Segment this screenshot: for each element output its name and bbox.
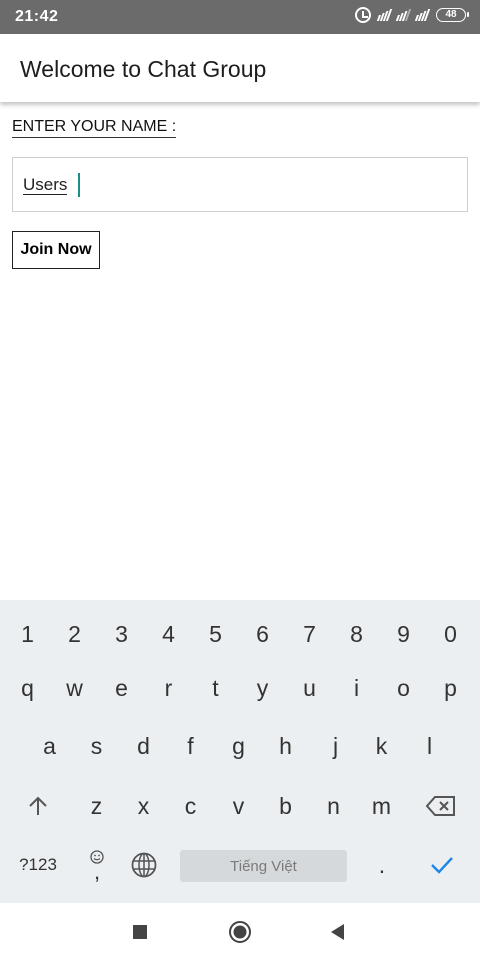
status-bar: 21:42 48: [0, 0, 480, 34]
key-h[interactable]: h: [262, 719, 309, 773]
signal-icon: [376, 9, 393, 21]
key-1[interactable]: 1: [4, 607, 51, 661]
signal-icon: [414, 9, 431, 21]
back-icon[interactable]: [326, 920, 350, 944]
period-key[interactable]: .: [362, 838, 402, 892]
key-g[interactable]: g: [215, 719, 262, 773]
status-icons: 48: [355, 7, 469, 23]
key-7[interactable]: 7: [286, 607, 333, 661]
comma-label: ,: [93, 859, 101, 884]
key-q[interactable]: q: [4, 661, 51, 715]
key-a[interactable]: a: [26, 719, 73, 773]
backspace-icon[interactable]: [414, 779, 468, 833]
space-key[interactable]: Tiếng Việt: [180, 850, 347, 882]
shift-icon[interactable]: [14, 779, 62, 833]
key-0[interactable]: 0: [427, 607, 474, 661]
name-input[interactable]: Users: [12, 157, 468, 212]
key-j[interactable]: j: [312, 719, 359, 773]
key-6[interactable]: 6: [239, 607, 286, 661]
key-r[interactable]: r: [145, 661, 192, 715]
key-4[interactable]: 4: [145, 607, 192, 661]
key-c[interactable]: c: [167, 779, 214, 833]
key-l[interactable]: l: [406, 719, 453, 773]
key-e[interactable]: e: [98, 661, 145, 715]
keyboard-row-3: z x c v b n m: [0, 779, 480, 833]
recents-icon[interactable]: [128, 920, 152, 944]
alarm-icon: [355, 7, 371, 23]
keyboard-row-2: a s d f g h j k l: [0, 719, 480, 773]
key-t[interactable]: t: [192, 661, 239, 715]
key-u[interactable]: u: [286, 661, 333, 715]
symbols-key[interactable]: ?123: [6, 838, 70, 892]
name-label: ENTER YOUR NAME :: [12, 118, 177, 138]
key-m[interactable]: m: [358, 779, 405, 833]
battery-icon: 48: [436, 8, 469, 22]
check-icon[interactable]: [420, 838, 464, 892]
key-k[interactable]: k: [358, 719, 405, 773]
key-z[interactable]: z: [73, 779, 120, 833]
globe-icon[interactable]: [122, 838, 166, 892]
navigation-bar: [0, 903, 480, 960]
key-9[interactable]: 9: [380, 607, 427, 661]
app-bar: Welcome to Chat Group: [0, 34, 480, 102]
key-x[interactable]: x: [120, 779, 167, 833]
key-p[interactable]: p: [427, 661, 474, 715]
key-w[interactable]: w: [51, 661, 98, 715]
key-2[interactable]: 2: [51, 607, 98, 661]
key-d[interactable]: d: [120, 719, 167, 773]
text-caret: [78, 173, 80, 197]
home-icon[interactable]: [228, 920, 252, 944]
comma-emoji-key[interactable]: ,: [78, 838, 116, 892]
keyboard-bottom-row: ?123 , Tiếng Việt .: [0, 838, 480, 892]
key-3[interactable]: 3: [98, 607, 145, 661]
key-f[interactable]: f: [167, 719, 214, 773]
key-v[interactable]: v: [215, 779, 262, 833]
keyboard-number-row: 1 2 3 4 5 6 7 8 9 0: [0, 607, 480, 661]
signal-icon: [395, 9, 412, 21]
key-o[interactable]: o: [380, 661, 427, 715]
page-title: Welcome to Chat Group: [20, 56, 267, 82]
name-input-value: Users: [23, 175, 68, 195]
key-s[interactable]: s: [73, 719, 120, 773]
key-n[interactable]: n: [310, 779, 357, 833]
soft-keyboard: 1 2 3 4 5 6 7 8 9 0 q w e r t y u i o p …: [0, 600, 480, 903]
status-time: 21:42: [15, 8, 59, 25]
key-i[interactable]: i: [333, 661, 380, 715]
key-5[interactable]: 5: [192, 607, 239, 661]
key-y[interactable]: y: [239, 661, 286, 715]
key-8[interactable]: 8: [333, 607, 380, 661]
key-b[interactable]: b: [262, 779, 309, 833]
join-now-button[interactable]: Join Now: [12, 231, 100, 269]
keyboard-row-1: q w e r t y u i o p: [0, 661, 480, 715]
